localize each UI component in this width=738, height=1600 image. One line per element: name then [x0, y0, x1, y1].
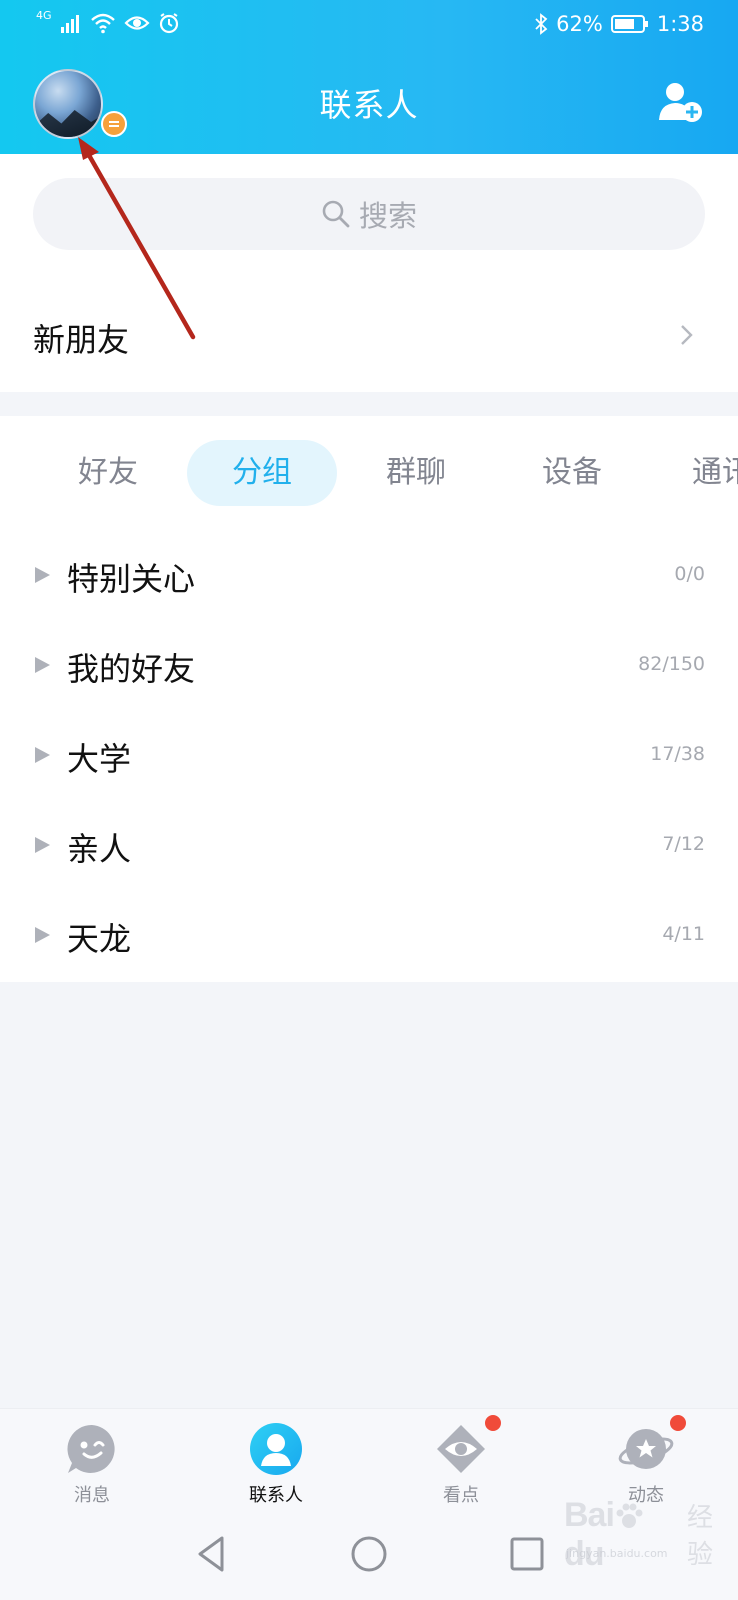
search-icon — [322, 200, 350, 228]
tab-address-book[interactable]: 通讯录 — [692, 440, 738, 506]
group-count: 0/0 — [674, 563, 705, 585]
add-contact-icon[interactable] — [656, 78, 704, 126]
header-bar: 4G 62% 1:38 联系人 — [0, 0, 738, 154]
group-name: 大学 — [67, 740, 132, 778]
notification-dot — [483, 1413, 503, 1433]
new-friends-label: 新朋友 — [33, 321, 130, 359]
tab-friends[interactable]: 好友 — [38, 440, 178, 506]
clock-time: 1:38 — [656, 12, 704, 36]
search-section: 搜索 — [0, 154, 738, 260]
contact-tabs: 好友 分组 群聊 设备 通讯录 — [0, 440, 738, 510]
group-count: 7/12 — [662, 833, 705, 855]
wifi-icon — [90, 13, 115, 34]
expand-triangle-icon — [35, 837, 50, 853]
search-placeholder: 搜索 — [358, 199, 417, 233]
nav-messages[interactable]: 消息 — [32, 1409, 152, 1509]
page-title: 联系人 — [319, 86, 419, 124]
group-name: 亲人 — [67, 830, 132, 868]
nav-contacts[interactable]: 联系人 — [216, 1409, 336, 1509]
new-friends-row[interactable]: 新朋友 — [0, 260, 738, 392]
back-icon[interactable] — [188, 1530, 236, 1578]
expand-triangle-icon — [35, 567, 50, 583]
group-row[interactable]: 我的好友 82/150 — [0, 622, 738, 712]
expand-triangle-icon — [35, 657, 50, 673]
group-row[interactable]: 亲人 7/12 — [0, 802, 738, 892]
home-icon[interactable] — [345, 1530, 393, 1578]
planet-star-icon — [618, 1429, 674, 1469]
group-count: 82/150 — [638, 653, 705, 675]
group-row[interactable]: 大学 17/38 — [0, 712, 738, 802]
baidu-watermark: Baidu 经验 — [564, 1496, 738, 1574]
tab-groups[interactable]: 分组 — [187, 440, 337, 506]
notification-dot — [668, 1413, 688, 1433]
expand-triangle-icon — [35, 747, 50, 763]
alarm-icon — [159, 13, 178, 34]
status-bar: 4G 62% 1:38 — [0, 0, 738, 52]
paw-icon — [616, 1503, 643, 1529]
network-type-label: 4G — [36, 8, 52, 22]
tab-group-chats[interactable]: 群聊 — [346, 440, 486, 506]
group-row[interactable]: 特别关心 0/0 — [0, 532, 738, 622]
contacts-icon — [250, 1423, 302, 1475]
nav-discover[interactable]: 看点 — [401, 1409, 521, 1509]
expand-triangle-icon — [35, 927, 50, 943]
watermark-logo: Baidu — [564, 1496, 681, 1574]
group-count: 17/38 — [650, 743, 705, 765]
bottom-nav: 消息 联系人 看点 动态 — [0, 1408, 738, 1509]
bluetooth-icon — [535, 13, 548, 35]
group-name: 我的好友 — [67, 650, 196, 688]
group-name: 天龙 — [67, 920, 132, 958]
recents-icon[interactable] — [503, 1530, 551, 1578]
nav-moments[interactable]: 动态 — [586, 1409, 706, 1509]
tab-devices[interactable]: 设备 — [502, 440, 642, 506]
battery-icon — [610, 15, 648, 33]
watermark-text: 经验 — [687, 1503, 714, 1570]
nav-contacts-label: 联系人 — [249, 1485, 303, 1506]
contacts-panel: 好友 分组 群聊 设备 通讯录 特别关心 0/0 我的好友 82/150 大学 … — [0, 416, 738, 982]
chevron-right-icon — [681, 325, 693, 345]
watermark-url: jingyan.baidu.com — [566, 1547, 668, 1560]
eye-icon — [437, 1425, 485, 1473]
battery-percent: 62% — [556, 12, 603, 36]
signal-icon — [60, 15, 79, 33]
eye-comfort-icon — [123, 16, 150, 30]
nav-messages-label: 消息 — [74, 1485, 110, 1506]
search-input[interactable]: 搜索 — [33, 178, 705, 250]
group-row[interactable]: 天龙 4/11 — [0, 892, 738, 982]
group-name: 特别关心 — [67, 560, 196, 598]
group-count: 4/11 — [662, 923, 705, 945]
nav-discover-label: 看点 — [443, 1485, 479, 1506]
message-icon — [67, 1424, 115, 1473]
